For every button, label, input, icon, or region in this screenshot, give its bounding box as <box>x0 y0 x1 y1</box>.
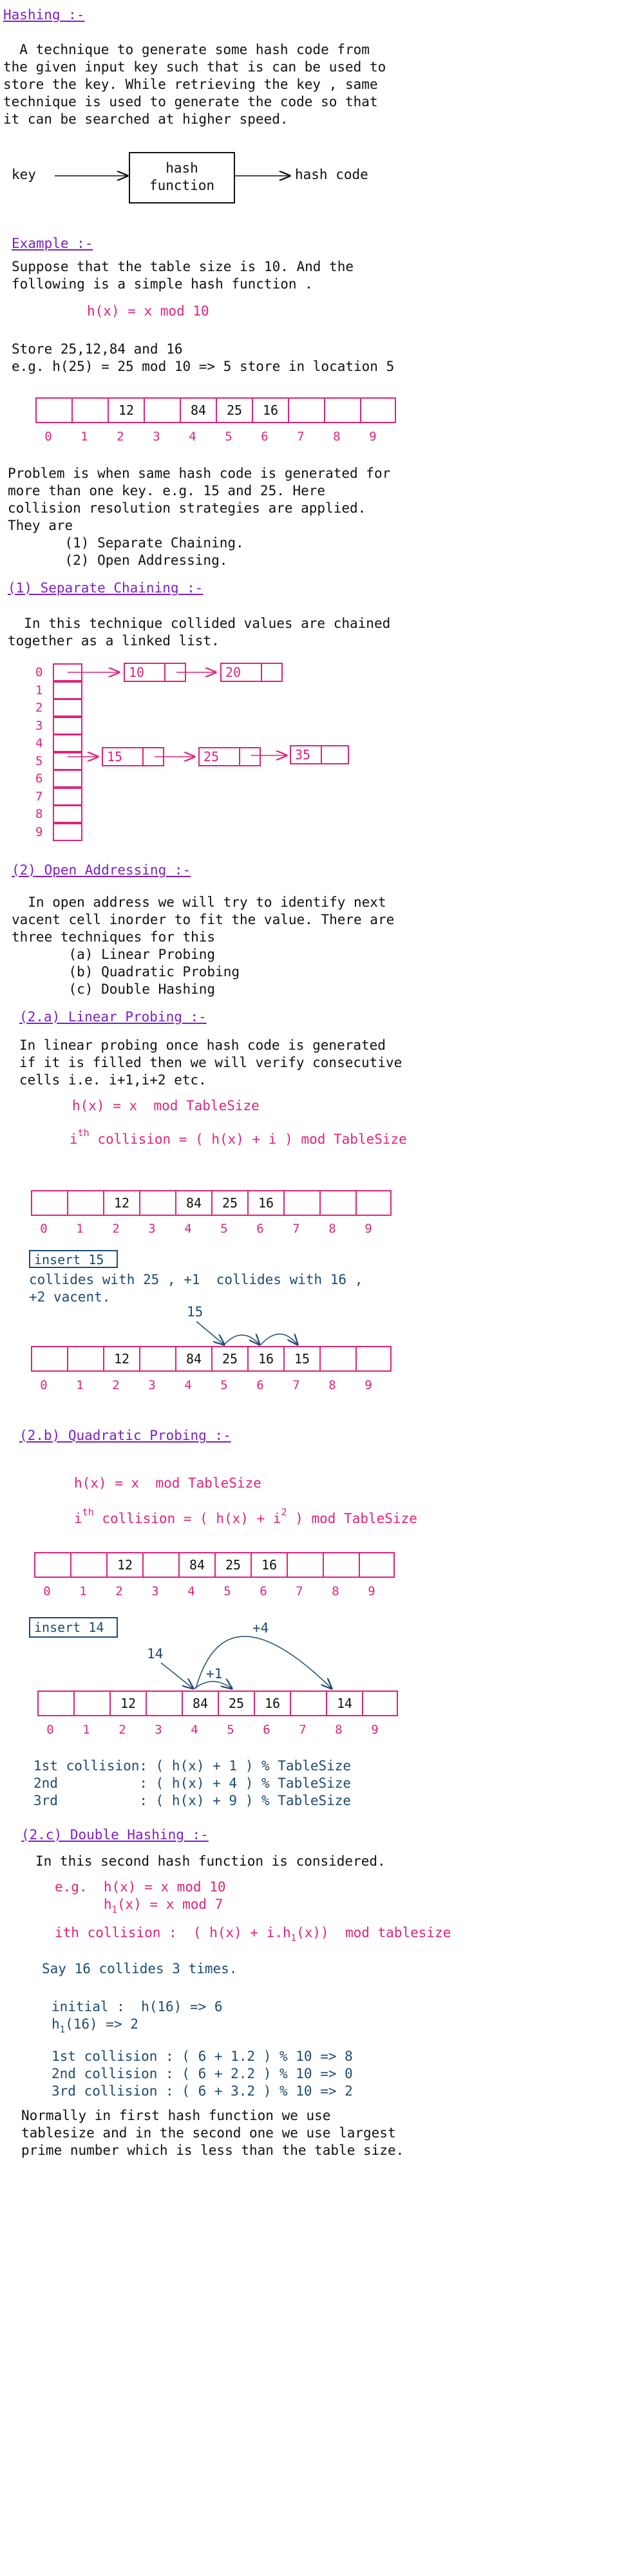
probe-arrow <box>260 1334 298 1345</box>
probe-arrow <box>194 1681 232 1689</box>
diagram-arrows <box>55 0 644 2576</box>
probe-arrow <box>195 1636 332 1689</box>
probe-arrow <box>160 1662 193 1689</box>
probe-arrow <box>223 1335 260 1345</box>
probe-arrow <box>196 1321 224 1345</box>
